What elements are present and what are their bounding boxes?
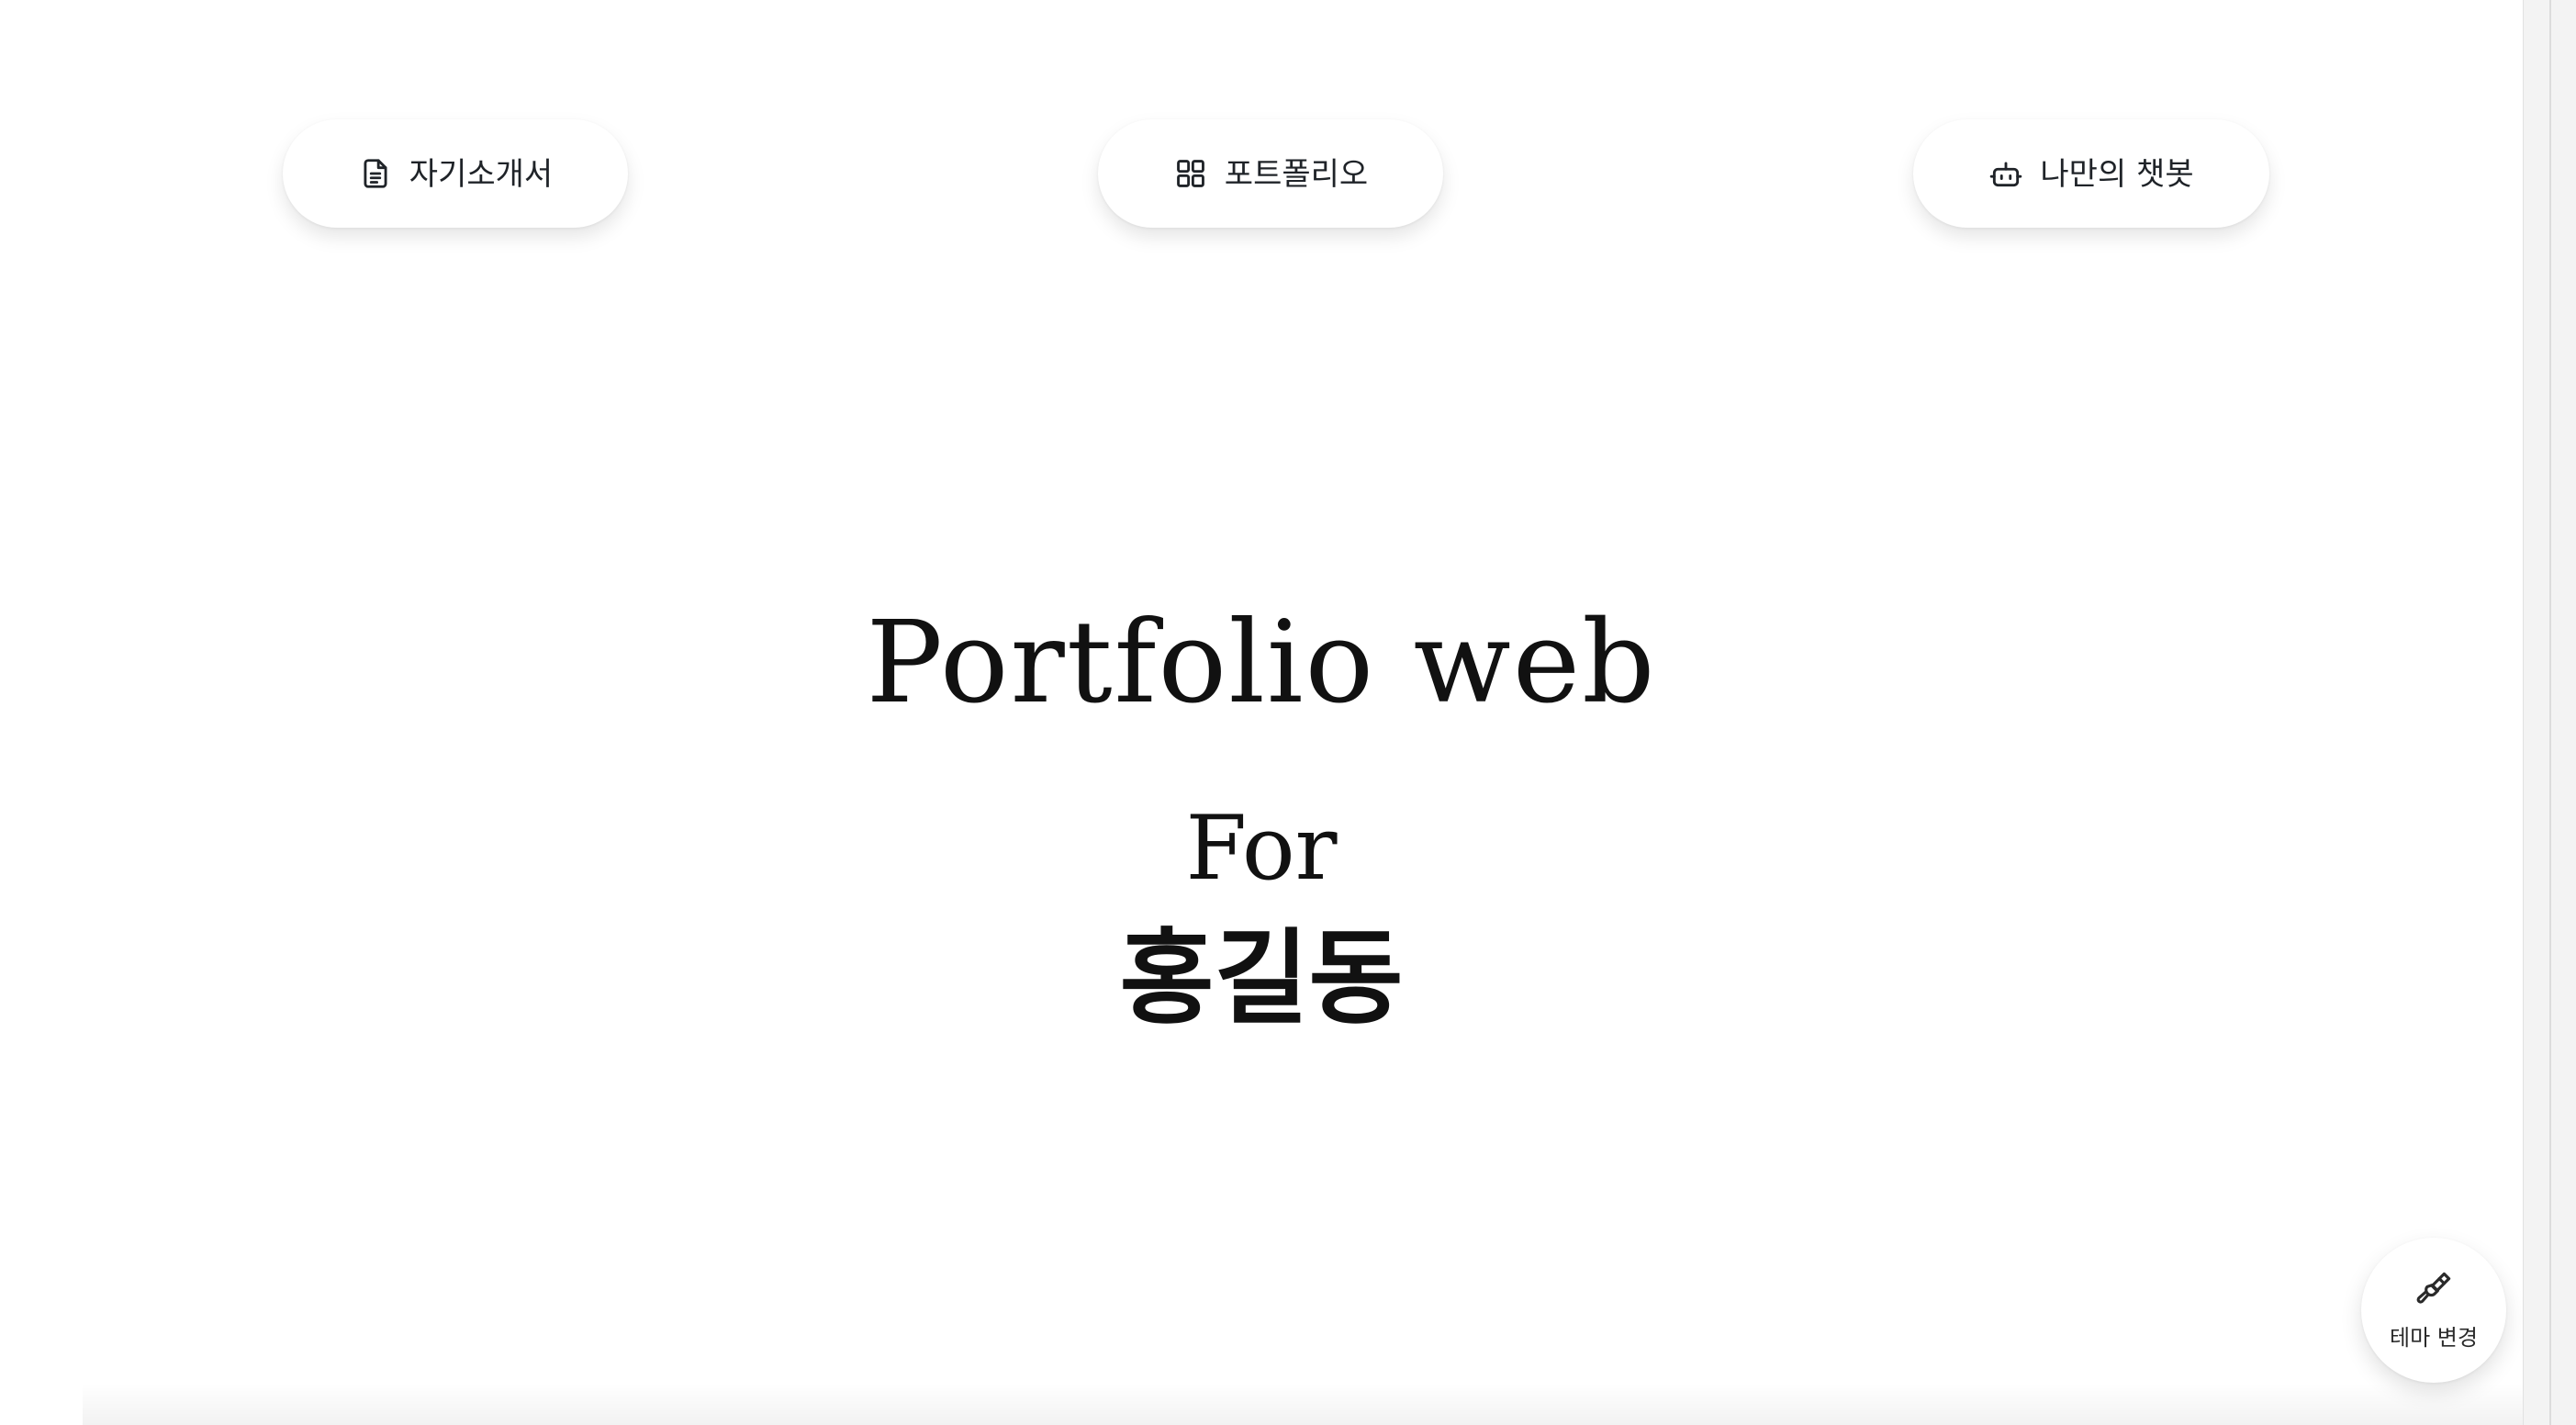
hero-owner-name: 홍길동: [1119, 919, 1404, 1038]
hero-title: Portfolio web: [866, 597, 1657, 729]
theme-change-label: 테마 변경: [2390, 1324, 2478, 1351]
nav-button-intro[interactable]: 자기소개서: [283, 119, 628, 228]
nav-button-chatbot-label: 나만의 챗봇: [2040, 155, 2194, 193]
nav-button-portfolio[interactable]: 포트폴리오: [1098, 119, 1443, 228]
grid-icon: [1173, 156, 1208, 191]
nav-button-chatbot[interactable]: 나만의 챗봇: [1913, 119, 2269, 228]
paintbrush-icon: [2414, 1270, 2453, 1312]
bottom-shadow: [83, 1383, 2523, 1425]
robot-icon: [1988, 156, 2023, 191]
theme-change-button[interactable]: 테마 변경: [2361, 1238, 2506, 1383]
page-viewport: 자기소개서 포트폴리오 나만의 챗봇 Portfolio web For 홍길동…: [0, 0, 2523, 1425]
hero-for-text: For: [1185, 797, 1338, 900]
nav-button-intro-label: 자기소개서: [409, 155, 554, 193]
document-icon: [358, 156, 393, 191]
scrollbar[interactable]: [2523, 0, 2576, 1425]
nav-button-portfolio-label: 포트폴리오: [1224, 155, 1369, 193]
scrollbar-track: [2549, 0, 2551, 1425]
